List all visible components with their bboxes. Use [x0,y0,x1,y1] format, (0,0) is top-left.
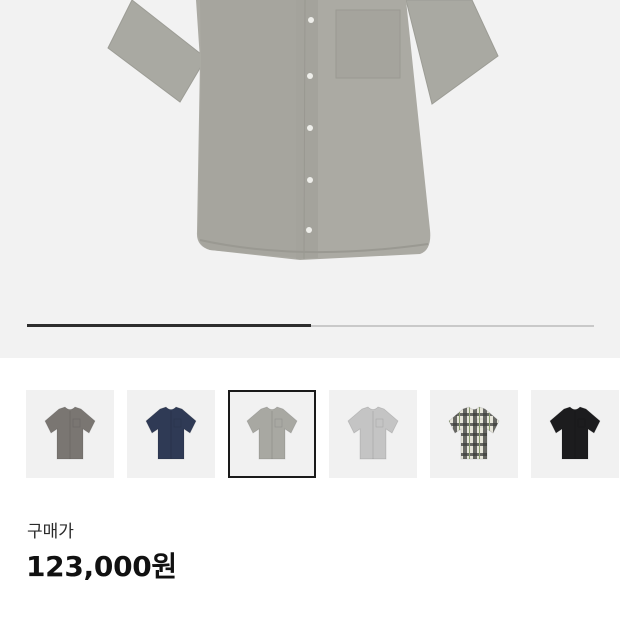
product-detail-page: 구매가 123,000원 [0,0,620,620]
shirt-charcoal-icon [44,406,96,460]
shirt-photo [107,0,499,260]
thumb-charcoal-shirt[interactable] [26,390,114,478]
thumb-black-shirt[interactable] [531,390,619,478]
thumb-navy-shirt[interactable] [127,390,215,478]
shirt-light-gray-icon [347,406,399,460]
color-options [26,390,620,480]
price-value: 123,000원 [26,550,177,583]
gallery-progress-fill [27,324,311,327]
thumb-light-gray-shirt[interactable] [329,390,417,478]
product-image[interactable] [0,0,620,358]
gallery-progress-track[interactable] [27,324,594,327]
shirt-navy-icon [145,406,197,460]
thumb-gray-shirt[interactable] [228,390,316,478]
thumb-plaid-shirt[interactable] [430,390,518,478]
shirt-gray-icon [246,406,298,460]
shirt-plaid-icon [448,406,500,460]
shirt-black-icon [549,406,601,460]
price-label: 구매가 [27,522,74,542]
